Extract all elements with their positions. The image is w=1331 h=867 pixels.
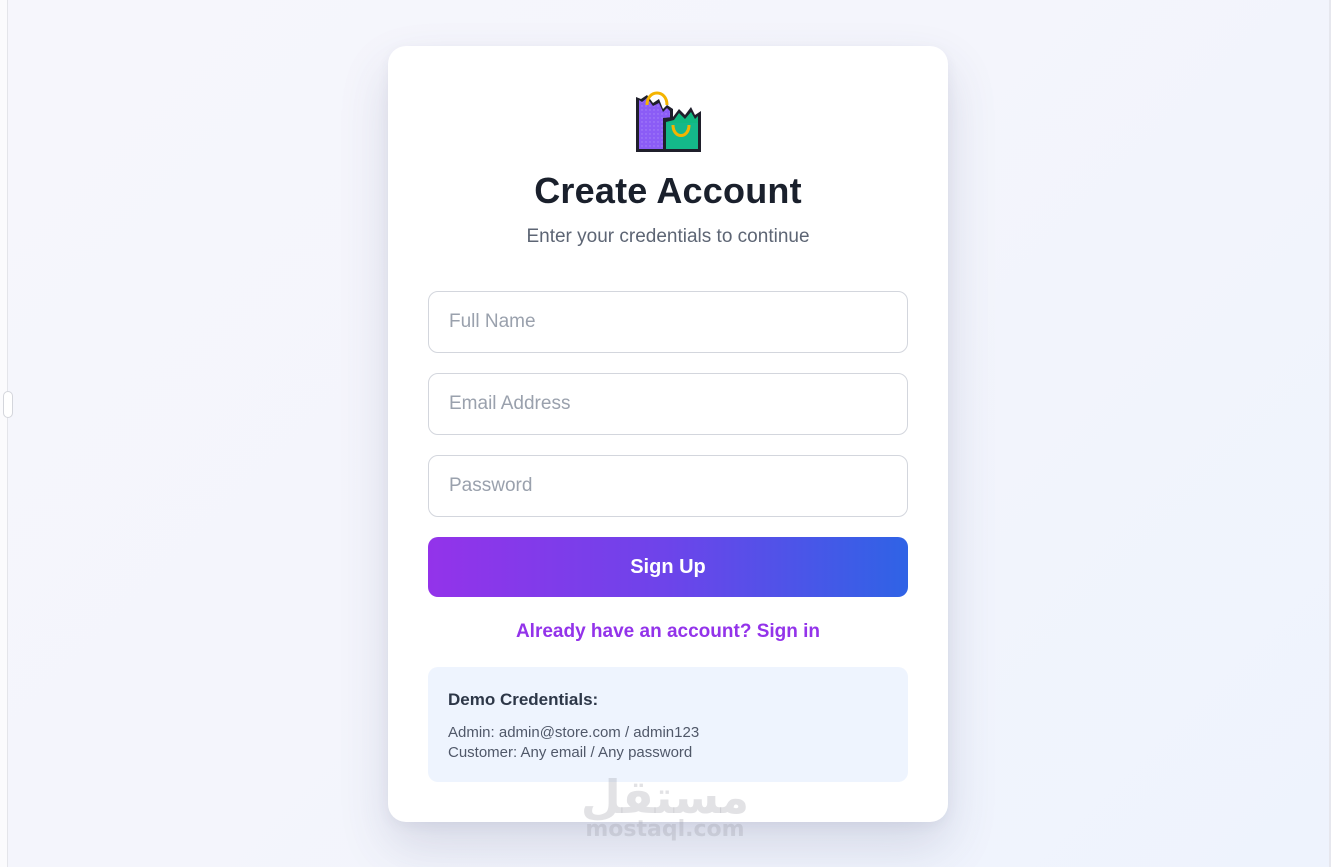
resize-handle[interactable] xyxy=(3,391,13,418)
sign-up-button[interactable]: Sign Up xyxy=(428,537,908,597)
demo-customer-credentials: Customer: Any email / Any password xyxy=(448,744,693,761)
demo-credentials-panel: Demo Credentials: Admin: admin@store.com… xyxy=(428,667,908,782)
signup-card: Create Account Enter your credentials to… xyxy=(388,46,948,822)
page-title: Create Account xyxy=(534,170,802,211)
sign-in-link[interactable]: Already have an account? Sign in xyxy=(388,621,948,643)
left-window-edge xyxy=(0,0,8,867)
demo-admin-credentials: Admin: admin@store.com / admin123 xyxy=(448,724,700,741)
email-input[interactable] xyxy=(428,373,908,435)
demo-credentials-title: Demo Credentials: xyxy=(448,690,599,709)
shopping-bags-icon xyxy=(633,85,703,155)
password-input[interactable] xyxy=(428,455,908,517)
full-name-input[interactable] xyxy=(428,291,908,353)
page-subtitle: Enter your credentials to continue xyxy=(526,226,810,247)
